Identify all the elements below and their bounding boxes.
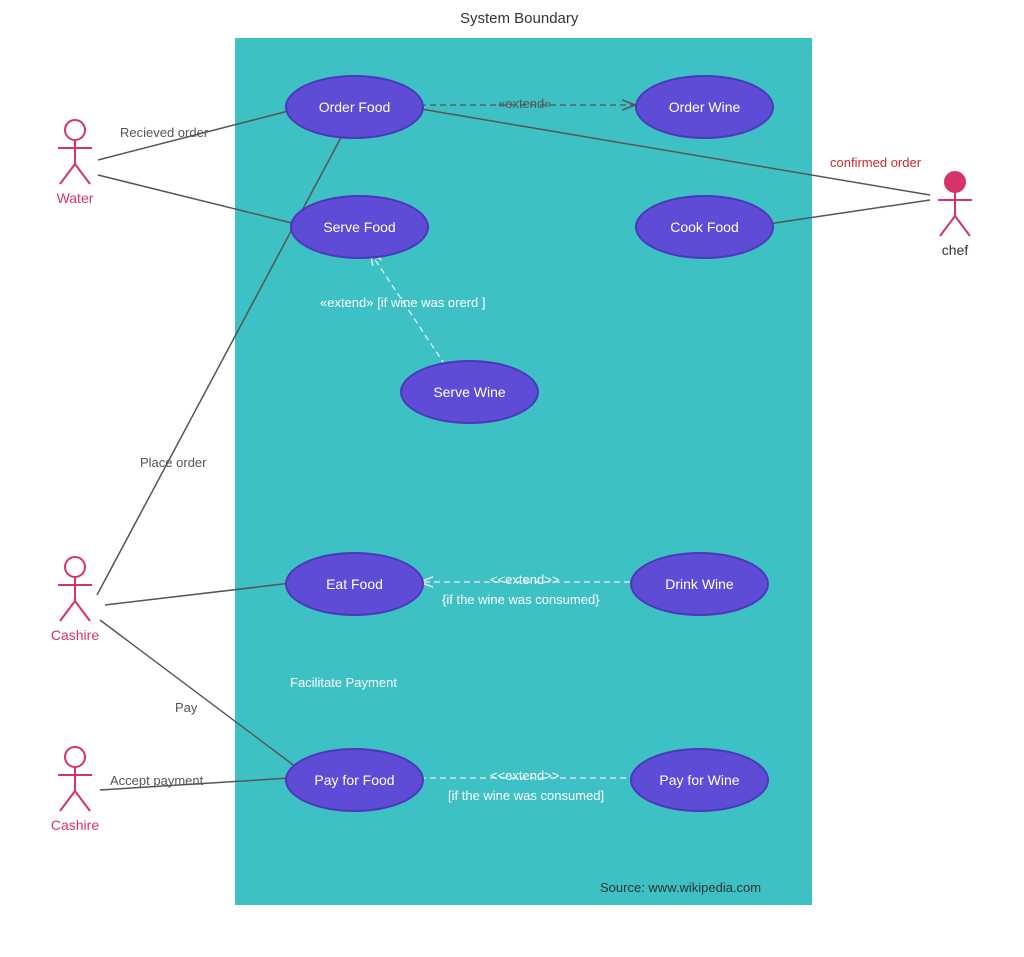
usecase-serve-food[interactable]: Serve Food — [290, 195, 429, 259]
label-recieved-order: Recieved order — [120, 125, 208, 140]
actor-water-label: Water — [45, 190, 105, 206]
actor-cashire-2-label: Cashire — [45, 817, 105, 833]
label-extend-wine-orerd: «extend» [if wine was orerd ] — [320, 295, 485, 310]
label-confirmed-order: confirmed order — [830, 155, 921, 170]
usecase-eat-food[interactable]: Eat Food — [285, 552, 424, 616]
actor-water[interactable]: Water — [45, 118, 105, 206]
source-label: Source: www.wikipedia.com — [600, 880, 761, 895]
label-accept-payment: Accept payment — [110, 773, 203, 788]
usecase-drink-wine[interactable]: Drink Wine — [630, 552, 769, 616]
usecase-pay-for-food[interactable]: Pay for Food — [285, 748, 424, 812]
actor-cashire-2[interactable]: Cashire — [45, 745, 105, 833]
usecase-cook-food[interactable]: Cook Food — [635, 195, 774, 259]
label-facilitate-payment: Facilitate Payment — [290, 675, 397, 690]
usecase-serve-wine[interactable]: Serve Wine — [400, 360, 539, 424]
usecase-order-wine[interactable]: Order Wine — [635, 75, 774, 139]
boundary-title: System Boundary — [460, 10, 578, 27]
label-place-order: Place order — [140, 455, 206, 470]
label-cond-consumed-2: [if the wine was consumed] — [448, 788, 604, 803]
label-extend-2: <<extend>> — [490, 572, 559, 587]
actor-chef-label: chef — [925, 242, 985, 258]
label-extend-3: <<extend>> — [490, 768, 559, 783]
label-pay: Pay — [175, 700, 197, 715]
label-extend-1: «extend» — [498, 96, 552, 111]
actor-cashire-1-label: Cashire — [45, 627, 105, 643]
usecase-pay-for-wine[interactable]: Pay for Wine — [630, 748, 769, 812]
actor-chef[interactable]: chef — [925, 170, 985, 258]
actor-cashire-1[interactable]: Cashire — [45, 555, 105, 643]
usecase-order-food[interactable]: Order Food — [285, 75, 424, 139]
diagram-canvas: System Boundary Source: www.wikipedia.co… — [0, 0, 1024, 957]
label-cond-consumed-1: {if the wine was consumed} — [442, 592, 600, 607]
